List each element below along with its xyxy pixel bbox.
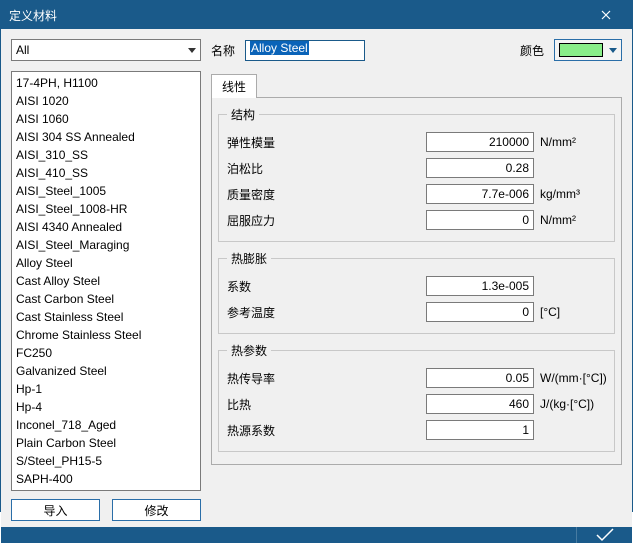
property-unit: kg/mm³ (534, 187, 606, 201)
property-input[interactable] (426, 276, 534, 296)
group-title: 热参数 (227, 342, 271, 359)
property-unit: [°C] (534, 305, 606, 319)
list-item[interactable]: Plain Carbon Steel (12, 434, 200, 452)
property-input[interactable] (426, 302, 534, 322)
property-label: 质量密度 (227, 186, 315, 203)
property-row: 热源系数 (227, 417, 606, 443)
property-row: 泊松比 (227, 155, 606, 181)
color-picker[interactable] (554, 39, 622, 61)
property-row: 热传导率 W/(mm·[°C]) (227, 365, 606, 391)
import-button[interactable]: 导入 (11, 499, 100, 521)
property-input[interactable] (426, 158, 534, 178)
list-item[interactable]: Cast Stainless Steel (12, 308, 200, 326)
property-input[interactable] (426, 394, 534, 414)
property-label: 屈服应力 (227, 212, 315, 229)
property-input[interactable] (426, 420, 534, 440)
property-unit: J/(kg·[°C]) (534, 397, 606, 411)
list-item[interactable]: Cast Alloy Steel (12, 272, 200, 290)
color-label: 颜色 (520, 42, 544, 59)
list-item[interactable]: AISI_410_SS (12, 164, 200, 182)
chevron-down-icon (188, 48, 196, 53)
property-label: 弹性模量 (227, 134, 315, 151)
chevron-down-icon (609, 48, 617, 53)
modify-button[interactable]: 修改 (112, 499, 201, 521)
tab-header: 线性 (211, 73, 622, 97)
window-title: 定义材料 (9, 7, 588, 24)
property-row: 质量密度 kg/mm³ (227, 181, 606, 207)
left-column: All 17-4PH, H1100AISI 1020AISI 1060AISI … (11, 39, 201, 521)
list-item[interactable]: FC250 (12, 344, 200, 362)
list-item[interactable]: Cast Carbon Steel (12, 290, 200, 308)
group-thermal_exp: 热膨胀系数参考温度 [°C] (218, 250, 615, 334)
property-label: 比热 (227, 396, 315, 413)
property-input[interactable] (426, 184, 534, 204)
group-title: 结构 (227, 106, 259, 123)
tab-linear[interactable]: 线性 (211, 74, 257, 98)
right-column: 名称 Alloy Steel 颜色 线性 结构弹性模量 N/mm² 泊松比质量密度 k… (211, 39, 622, 521)
content-area: All 17-4PH, H1100AISI 1020AISI 1060AISI … (1, 29, 632, 527)
titlebar: 定义材料 (1, 1, 632, 29)
list-item[interactable]: Inconel_718_Aged (12, 416, 200, 434)
material-list[interactable]: 17-4PH, H1100AISI 1020AISI 1060AISI 304 … (11, 71, 201, 491)
tab-panel: 结构弹性模量 N/mm² 泊松比质量密度 kg/mm³ 屈服应力 N/mm² 热膨胀系数参考… (211, 97, 622, 465)
property-row: 比热 J/(kg·[°C]) (227, 391, 606, 417)
list-item[interactable]: Chrome Stainless Steel (12, 326, 200, 344)
property-label: 泊松比 (227, 160, 315, 177)
list-item[interactable]: AISI_310_SS (12, 146, 200, 164)
property-unit: N/mm² (534, 213, 606, 227)
button-row: 导入 修改 (11, 499, 201, 521)
property-input[interactable] (426, 132, 534, 152)
ok-button[interactable] (576, 527, 632, 543)
property-input[interactable] (426, 210, 534, 230)
group-thermal_param: 热参数热传导率 W/(mm·[°C]) 比热 J/(kg·[°C]) 热源系数 (218, 342, 615, 452)
list-item[interactable]: AISI 1020 (12, 92, 200, 110)
property-input[interactable] (426, 368, 534, 388)
material-name-input[interactable]: Alloy Steel (245, 40, 365, 61)
property-row: 屈服应力 N/mm² (227, 207, 606, 233)
property-unit: N/mm² (534, 135, 606, 149)
property-label: 热源系数 (227, 422, 315, 439)
list-item[interactable]: Alloy Steel (12, 254, 200, 272)
list-item[interactable]: AISI_Steel_Maraging (12, 236, 200, 254)
footer (1, 527, 632, 543)
list-item[interactable]: Hp-4 (12, 398, 200, 416)
group-title: 热膨胀 (227, 250, 271, 267)
list-item[interactable]: SAPH-400 (12, 470, 200, 488)
property-row: 参考温度 [°C] (227, 299, 606, 325)
dialog-define-material: 定义材料 All 17-4PH, H1100AISI 1020AISI 1060… (0, 0, 633, 512)
list-item[interactable]: Galvanized Steel (12, 362, 200, 380)
list-item[interactable]: AISI 304 SS Annealed (12, 128, 200, 146)
color-swatch (559, 43, 603, 57)
material-filter-select[interactable]: All (11, 39, 201, 61)
property-label: 系数 (227, 278, 315, 295)
name-row: 名称 Alloy Steel 颜色 (211, 39, 622, 61)
list-item[interactable]: S/Steel_PH15-5 (12, 452, 200, 470)
property-label: 热传导率 (227, 370, 315, 387)
list-item[interactable]: AISI 1060 (12, 110, 200, 128)
close-button[interactable] (588, 1, 624, 29)
list-item[interactable]: AISI 4340 Annealed (12, 218, 200, 236)
property-label: 参考温度 (227, 304, 315, 321)
list-item[interactable]: AISI_Steel_1008-HR (12, 200, 200, 218)
list-item[interactable]: 17-4PH, H1100 (12, 74, 200, 92)
name-input-value: Alloy Steel (250, 41, 309, 55)
check-icon (594, 527, 616, 543)
tab-area: 线性 结构弹性模量 N/mm² 泊松比质量密度 kg/mm³ 屈服应力 N/mm² 热膨胀系… (211, 73, 622, 465)
list-item[interactable]: Hp-1 (12, 380, 200, 398)
property-row: 弹性模量 N/mm² (227, 129, 606, 155)
property-row: 系数 (227, 273, 606, 299)
close-icon (601, 10, 611, 20)
property-unit: W/(mm·[°C]) (534, 371, 606, 385)
group-structure: 结构弹性模量 N/mm² 泊松比质量密度 kg/mm³ 屈服应力 N/mm² (218, 106, 615, 242)
filter-selected-value: All (16, 43, 29, 57)
list-item[interactable]: AISI_Steel_1005 (12, 182, 200, 200)
name-label: 名称 (211, 42, 235, 59)
